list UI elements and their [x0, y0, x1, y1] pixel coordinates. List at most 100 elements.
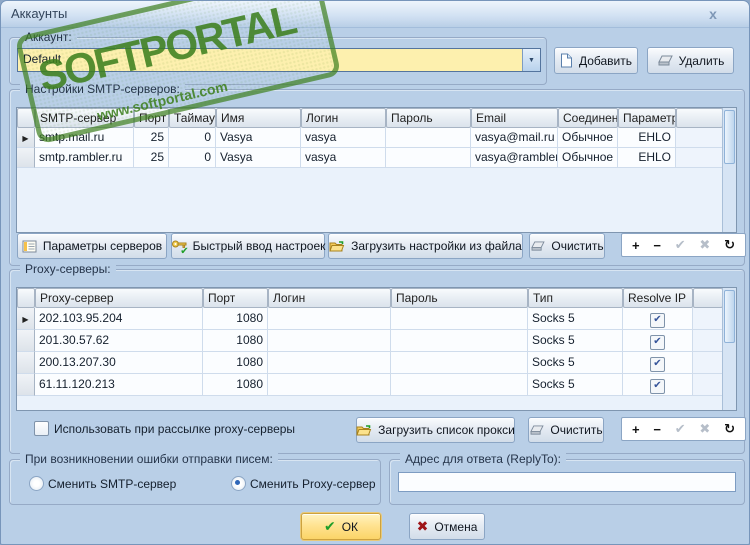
cell-port: 1080	[203, 330, 268, 352]
header-login[interactable]: Логин	[301, 108, 386, 128]
row-indicator	[17, 352, 35, 374]
proxy-row[interactable]: 201.30.57.62 1080 Socks 5 ✔	[17, 330, 723, 352]
add-account-button[interactable]: Добавить	[554, 47, 638, 74]
cell-server: smtp.rambler.ru	[35, 148, 134, 168]
cell-login: vasya	[301, 128, 386, 148]
quick-setup-label: Быстрый ввод настроек	[192, 239, 326, 253]
resolve-ip-checkbox[interactable]: ✔	[650, 378, 665, 394]
switch-smtp-radio[interactable]	[29, 476, 44, 491]
load-proxy-list-button[interactable]: Загрузить список прокси	[356, 417, 515, 443]
header-resolve-ip[interactable]: Resolve IP	[623, 288, 693, 308]
smtp-table-header: SMTP-сервер Порт Таймаут Имя Логин Парол…	[17, 108, 723, 128]
account-combobox[interactable]: Default ▼	[17, 48, 541, 72]
cell-login	[268, 352, 391, 374]
cell-timeout: 0	[169, 148, 216, 168]
resolve-ip-checkbox[interactable]: ✔	[650, 312, 665, 328]
open-folder-icon	[356, 424, 372, 437]
switch-smtp-label: Сменить SMTP-сервер	[48, 477, 177, 491]
reply-to-group-label: Адрес для ответа (ReplyTo):	[400, 452, 566, 466]
cancel-button[interactable]: ✖ Отмена	[409, 513, 485, 540]
current-row-arrow-icon: ▶	[22, 134, 29, 143]
header-param[interactable]: Параметр	[618, 108, 676, 128]
cell-param: EHLO	[618, 128, 676, 148]
smtp-row[interactable]: smtp.rambler.ru 25 0 Vasya vasya vasya@r…	[17, 148, 723, 168]
header-timeout[interactable]: Таймаут	[169, 108, 216, 128]
account-selected-value: Default	[23, 52, 62, 66]
cell-server: 202.103.95.204	[35, 308, 203, 330]
proxy-table-scrollbar[interactable]	[722, 288, 736, 410]
cancel-record-icon[interactable]: ✖	[699, 237, 710, 253]
proxy-table: Proxy-сервер Порт Логин Пароль Тип Resol…	[16, 287, 737, 411]
close-icon[interactable]: x	[703, 4, 723, 24]
title-bar[interactable]: Аккаунты x	[1, 1, 749, 28]
cell-port: 1080	[203, 308, 268, 330]
refresh-icon[interactable]: ↻	[724, 237, 735, 253]
add-record-icon[interactable]: +	[632, 422, 640, 437]
cell-server: 61.11.120.213	[35, 374, 203, 396]
proxy-row[interactable]: 200.13.207.30 1080 Socks 5 ✔	[17, 352, 723, 374]
header-password[interactable]: Пароль	[386, 108, 471, 128]
header-login[interactable]: Логин	[268, 288, 391, 308]
smtp-row[interactable]: ▶ smtp.mail.ru 25 0 Vasya vasya vasya@ma…	[17, 128, 723, 148]
row-indicator	[17, 374, 35, 396]
add-record-icon[interactable]: +	[632, 238, 640, 253]
refresh-icon[interactable]: ↻	[724, 421, 735, 437]
delete-record-icon[interactable]: −	[653, 422, 661, 437]
scrollbar-thumb[interactable]	[724, 110, 735, 165]
cancel-record-icon[interactable]: ✖	[699, 421, 710, 437]
smtp-group-label: Настройки SMTP-серверов:	[20, 82, 185, 96]
quick-setup-button[interactable]: ✔ Быстрый ввод настроек	[171, 233, 325, 259]
header-port[interactable]: Порт	[134, 108, 169, 128]
delete-account-button[interactable]: Удалить	[647, 47, 734, 74]
key-check-icon: ✔	[171, 239, 189, 257]
smtp-table: SMTP-сервер Порт Таймаут Имя Логин Парол…	[16, 107, 737, 233]
header-filler	[676, 108, 723, 128]
post-record-icon[interactable]: ✔	[675, 237, 686, 253]
chevron-down-icon[interactable]: ▼	[522, 49, 540, 71]
proxy-row[interactable]: 61.11.120.213 1080 Socks 5 ✔	[17, 374, 723, 396]
proxy-clear-button[interactable]: Очистить	[528, 417, 604, 443]
ok-button[interactable]: ✔ ОК	[301, 513, 381, 540]
smtp-table-scrollbar[interactable]	[722, 108, 736, 232]
reply-to-input[interactable]	[398, 472, 736, 492]
resolve-ip-checkbox[interactable]: ✔	[650, 334, 665, 350]
load-settings-button[interactable]: Загрузить настройки из файла	[328, 233, 523, 259]
ok-label: ОК	[341, 519, 359, 534]
cell-type: Socks 5	[528, 308, 623, 330]
red-x-icon: ✖	[416, 518, 429, 534]
cell-password	[386, 148, 471, 168]
header-smtp-server[interactable]: SMTP-сервер	[35, 108, 134, 128]
load-settings-label: Загрузить настройки из файла	[351, 239, 522, 253]
delete-record-icon[interactable]: −	[653, 238, 661, 253]
cell-password	[391, 352, 528, 374]
header-proxy-server[interactable]: Proxy-сервер	[35, 288, 203, 308]
header-type[interactable]: Тип	[528, 288, 623, 308]
green-check-icon: ✔	[323, 518, 336, 534]
post-record-icon[interactable]: ✔	[675, 421, 686, 437]
smtp-clear-button[interactable]: Очистить	[529, 233, 605, 259]
server-params-button[interactable]: Параметры серверов	[17, 233, 167, 259]
header-password[interactable]: Пароль	[391, 288, 528, 308]
header-port[interactable]: Порт	[203, 288, 268, 308]
use-proxy-checkbox[interactable]	[34, 421, 49, 436]
scrollbar-thumb[interactable]	[724, 290, 735, 344]
load-proxy-list-label: Загрузить список прокси	[378, 423, 515, 437]
cell-login	[268, 308, 391, 330]
current-row-arrow-icon: ▶	[22, 315, 29, 324]
header-name[interactable]: Имя	[216, 108, 301, 128]
switch-proxy-radio[interactable]	[231, 476, 246, 491]
header-connection[interactable]: Соединение	[558, 108, 618, 128]
add-account-label: Добавить	[578, 53, 633, 68]
header-email[interactable]: Email	[471, 108, 558, 128]
resolve-ip-checkbox[interactable]: ✔	[650, 356, 665, 372]
properties-icon	[22, 240, 37, 253]
smtp-db-navigator: + − ✔ ✖ ↻	[621, 233, 746, 257]
cell-port: 25	[134, 148, 169, 168]
proxy-row[interactable]: ▶ 202.103.95.204 1080 Socks 5 ✔	[17, 308, 723, 330]
proxy-group-label: Proxy-серверы:	[20, 262, 116, 276]
cell-port: 1080	[203, 352, 268, 374]
open-folder-icon	[329, 240, 345, 253]
use-proxy-label: Использовать при рассылке proxy-серверы	[54, 422, 296, 436]
error-action-group-label: При возникновении ошибки отправки писем:	[20, 452, 278, 466]
eraser-icon	[657, 55, 673, 67]
